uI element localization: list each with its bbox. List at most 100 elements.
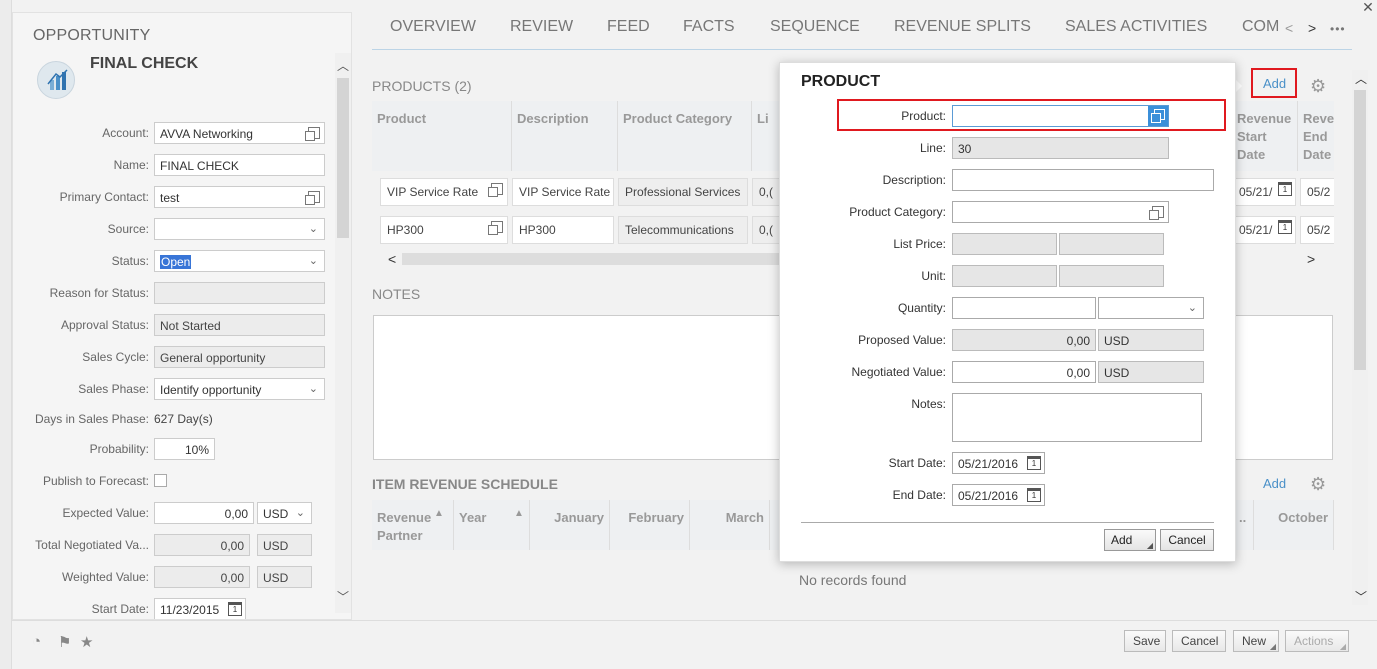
scroll-thumb[interactable] — [1354, 90, 1366, 370]
main-scrollbar[interactable] — [1352, 70, 1368, 605]
product-dialog: PRODUCT Product: Line: 30 Description: P… — [779, 62, 1236, 562]
scroll-down-icon[interactable]: ﹀ — [337, 588, 349, 605]
expected-value-field[interactable]: 0,00 — [154, 502, 254, 524]
quantity-input[interactable] — [952, 297, 1096, 319]
row1-start-date[interactable]: 05/21/1 — [1232, 178, 1296, 206]
scroll-right-icon[interactable]: > — [1307, 251, 1315, 267]
product-category-input[interactable] — [952, 201, 1169, 223]
sort-icon[interactable]: ▲ — [434, 508, 444, 519]
dropdown-corner-icon[interactable]: ◢ — [1270, 642, 1276, 651]
col-ellipsis[interactable]: .. — [1234, 500, 1254, 550]
scroll-thumb[interactable] — [337, 78, 349, 238]
row2-product[interactable]: HP300 — [380, 216, 508, 244]
col-january[interactable]: January — [530, 500, 610, 550]
row1-category: Professional Services — [618, 178, 748, 206]
probability-field[interactable]: 10% — [154, 438, 215, 460]
lookup-icon[interactable] — [488, 221, 503, 235]
lookup-icon[interactable] — [305, 127, 320, 141]
primary-contact-row: Primary Contact: test — [13, 186, 333, 208]
scroll-up-icon[interactable]: ︿ — [1355, 70, 1367, 87]
source-select[interactable]: ⌄ — [154, 218, 325, 240]
sales-phase-select[interactable]: Identify opportunity ⌄ — [154, 378, 325, 400]
tab-review[interactable]: REVIEW — [510, 18, 573, 36]
scroll-down-icon[interactable]: ﹀ — [1355, 588, 1367, 605]
quantity-unit-select[interactable]: ⌄ — [1098, 297, 1204, 319]
account-field[interactable]: AVVA Networking — [154, 122, 325, 144]
save-button[interactable]: Save — [1124, 630, 1166, 652]
tab-sequence[interactable]: SEQUENCE — [770, 18, 860, 36]
negotiated-value-input[interactable]: 0,00 — [952, 361, 1096, 383]
col-october[interactable]: October — [1254, 500, 1334, 550]
negotiated-value-currency: USD — [1098, 361, 1204, 383]
notes-input[interactable] — [952, 393, 1202, 442]
dropdown-corner-icon[interactable]: ◢ — [1340, 642, 1346, 651]
close-icon[interactable]: ✕ — [1361, 0, 1375, 14]
expected-currency-select[interactable]: USD ⌄ — [257, 502, 312, 524]
tab-next-icon[interactable]: > — [1308, 20, 1316, 36]
col-product[interactable]: Product — [372, 101, 512, 171]
tab-feed[interactable]: FEED — [607, 18, 650, 36]
col-february[interactable]: February — [610, 500, 690, 550]
calendar-icon[interactable]: 1 — [1027, 456, 1041, 470]
lookup-icon[interactable] — [305, 191, 320, 205]
col-description[interactable]: Description — [512, 101, 618, 171]
row2-category: Telecommunications — [618, 216, 748, 244]
unit-label: Unit: — [921, 269, 946, 283]
actions-button[interactable]: Actions ◢ — [1285, 630, 1349, 652]
new-button[interactable]: New ◢ — [1233, 630, 1279, 652]
calendar-icon[interactable]: 1 — [1027, 488, 1041, 502]
primary-contact-field[interactable]: test — [154, 186, 325, 208]
start-date-input[interactable]: 05/21/2016 1 — [952, 452, 1045, 474]
col-product-category[interactable]: Product Category — [618, 101, 752, 171]
chevron-down-icon: ⌄ — [1187, 302, 1197, 314]
gear-icon[interactable]: ⚙ — [1310, 76, 1326, 97]
row1-product[interactable]: VIP Service Rate — [380, 178, 508, 206]
scroll-thumb[interactable] — [402, 253, 802, 265]
row1-description[interactable]: VIP Service Rate — [512, 178, 614, 206]
description-input[interactable] — [952, 169, 1214, 191]
more-icon[interactable]: ••• — [1330, 22, 1346, 36]
lookup-icon[interactable] — [488, 183, 503, 197]
col-revenue-start[interactable]: Revenue Start Date — [1232, 101, 1298, 171]
row2-start-date[interactable]: 05/21/1 — [1232, 216, 1296, 244]
start-date-field[interactable]: 11/23/2015 1 — [154, 598, 246, 619]
row2-description[interactable]: HP300 — [512, 216, 614, 244]
name-field[interactable]: FINAL CHECK — [154, 154, 325, 176]
tab-overview[interactable]: OVERVIEW — [390, 18, 476, 36]
tab-com[interactable]: COM — [1242, 18, 1279, 36]
left-scrollbar[interactable] — [335, 53, 351, 613]
calendar-icon[interactable]: 1 — [1278, 220, 1292, 234]
row2-end-date[interactable]: 05/2 — [1300, 216, 1334, 244]
rss-icon[interactable]: ◔ — [32, 633, 41, 650]
scroll-up-icon[interactable]: ︿ — [337, 57, 349, 74]
account-label: Account: — [102, 126, 149, 140]
tab-sales-activities[interactable]: SALES ACTIVITIES — [1065, 18, 1207, 36]
flag-icon[interactable]: ⚑ — [58, 633, 71, 651]
app-frame: ✕ OPPORTUNITY FINAL CHECK Account: AVVA … — [0, 0, 1377, 669]
publish-label: Publish to Forecast: — [42, 474, 149, 488]
dialog-cancel-button[interactable]: Cancel — [1160, 529, 1214, 551]
sales-cycle-label: Sales Cycle: — [82, 350, 149, 364]
status-label: Status: — [111, 254, 149, 268]
status-select[interactable]: Open ⌄ — [154, 250, 325, 272]
calendar-icon[interactable]: 1 — [1278, 182, 1292, 196]
cancel-button[interactable]: Cancel — [1172, 630, 1226, 652]
scroll-left-icon[interactable]: < — [388, 251, 396, 267]
col-revenue-end[interactable]: Reve End Date — [1298, 101, 1334, 171]
irs-add-link[interactable]: Add — [1263, 476, 1286, 491]
row1-end-date[interactable]: 05/2 — [1300, 178, 1334, 206]
calendar-icon[interactable]: 1 — [228, 602, 242, 616]
days-value: 627 Day(s) — [154, 412, 213, 426]
col-march[interactable]: March — [690, 500, 770, 550]
tab-revenue-splits[interactable]: REVENUE SPLITS — [894, 18, 1031, 36]
gear-icon[interactable]: ⚙ — [1310, 474, 1326, 495]
end-date-input[interactable]: 05/21/2016 1 — [952, 484, 1045, 506]
publish-checkbox[interactable] — [154, 474, 167, 487]
tab-prev-icon[interactable]: < — [1285, 20, 1293, 36]
lookup-icon[interactable] — [1149, 206, 1164, 220]
tab-facts[interactable]: FACTS — [683, 18, 735, 36]
sort-icon[interactable]: ▲ — [514, 508, 524, 519]
dropdown-corner-icon[interactable]: ◢ — [1147, 541, 1153, 550]
dialog-add-button[interactable]: Add ◢ — [1104, 529, 1156, 551]
star-icon[interactable]: ★ — [80, 633, 93, 651]
